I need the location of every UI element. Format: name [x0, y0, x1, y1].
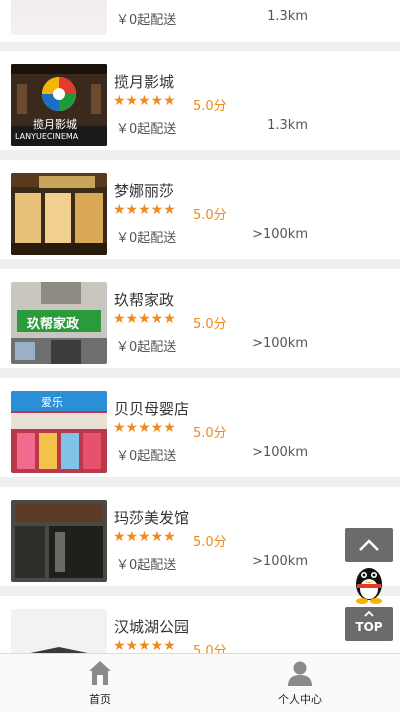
thumb-sign-text: 爱乐: [41, 396, 63, 409]
rating-score: 5.0分: [193, 644, 227, 653]
distance-text: >100km: [252, 554, 308, 569]
min-order-text: ￥0起配送: [116, 231, 177, 246]
tab-label: 个人中心: [278, 693, 322, 706]
scroll-up-button[interactable]: [345, 528, 393, 562]
bottom-tab-bar: 首页 个人中心: [0, 653, 400, 712]
rating-stars: ★★★★★: [113, 202, 176, 218]
store-list: ￥0起配送 1.3km 揽月影城 LANYUECINEMA 揽月影城 ★★★★★: [0, 0, 400, 653]
distance-text: 1.3km: [267, 9, 308, 24]
rating-score: 5.0分: [193, 208, 227, 223]
store-card[interactable]: 梦娜丽莎 ★★★★★ 5.0分 ￥0起配送 >100km: [0, 160, 400, 259]
rating-score: 5.0分: [193, 317, 227, 332]
back-to-top-button[interactable]: TOP: [345, 607, 393, 641]
store-name: 贝贝母婴店: [114, 400, 190, 418]
rating-score: 5.0分: [193, 535, 227, 550]
qq-penguin-icon[interactable]: [351, 562, 387, 604]
min-order-text: ￥0起配送: [116, 340, 177, 355]
min-order-text: ￥0起配送: [116, 449, 177, 464]
store-name: 揽月影城: [114, 73, 175, 91]
store-thumbnail: 揽月影城 LANYUECINEMA: [11, 64, 107, 146]
store-thumbnail: 爱乐: [11, 391, 107, 473]
home-icon: [89, 661, 111, 685]
store-name: 玛莎美发馆: [114, 509, 190, 527]
min-order-text: ￥0起配送: [116, 122, 177, 137]
rating-stars: ★★★★★: [113, 93, 176, 109]
tab-home[interactable]: 首页: [0, 654, 200, 712]
thumb-sign-subtext: LANYUECINEMA: [15, 132, 79, 141]
store-card[interactable]: 爱乐 贝贝母婴店 ★★★★★ 5.0分 ￥0起配送 >100km: [0, 378, 400, 477]
thumb-sign-text: 玖帮家政: [27, 317, 80, 332]
distance-text: >100km: [252, 336, 308, 351]
chevron-up-icon: [359, 539, 379, 551]
store-name: 汉城湖公园: [114, 618, 190, 636]
rating-score: 5.0分: [193, 426, 227, 441]
store-card[interactable]: 玛莎美发馆 ★★★★★ 5.0分 ￥0起配送 >100km: [0, 487, 400, 586]
store-card[interactable]: ￥0起配送 1.3km: [0, 0, 400, 42]
rating-stars: ★★★★★: [113, 638, 176, 653]
min-order-text: ￥0起配送: [116, 558, 177, 573]
rating-stars: ★★★★★: [113, 311, 176, 327]
store-name: 梦娜丽莎: [114, 182, 175, 200]
tab-label: 首页: [89, 693, 111, 706]
store-card[interactable]: 汉城湖公园 ★★★★★ 5.0分: [0, 596, 400, 653]
distance-text: >100km: [252, 445, 308, 460]
rating-score: 5.0分: [193, 99, 227, 114]
distance-text: >100km: [252, 227, 308, 242]
rating-stars: ★★★★★: [113, 420, 176, 436]
store-thumbnail: [11, 173, 107, 255]
rating-stars: ★★★★★: [113, 529, 176, 545]
store-thumbnail: [11, 500, 107, 582]
min-order-text: ￥0起配送: [116, 13, 177, 28]
store-thumbnail: 玖帮家政: [11, 282, 107, 364]
top-label: TOP: [355, 620, 383, 634]
store-card[interactable]: 揽月影城 LANYUECINEMA 揽月影城 ★★★★★ 5.0分 ￥0起配送 …: [0, 51, 400, 150]
store-thumbnail: [11, 609, 107, 653]
user-icon: [288, 661, 312, 686]
store-thumbnail: [11, 0, 107, 35]
thumb-sign-text: 揽月影城: [33, 118, 77, 131]
store-name: 玖帮家政: [114, 291, 175, 309]
tab-profile[interactable]: 个人中心: [200, 654, 400, 712]
store-card[interactable]: 玖帮家政 玖帮家政 ★★★★★ 5.0分 ￥0起配送 >100km: [0, 269, 400, 368]
distance-text: 1.3km: [267, 118, 308, 133]
